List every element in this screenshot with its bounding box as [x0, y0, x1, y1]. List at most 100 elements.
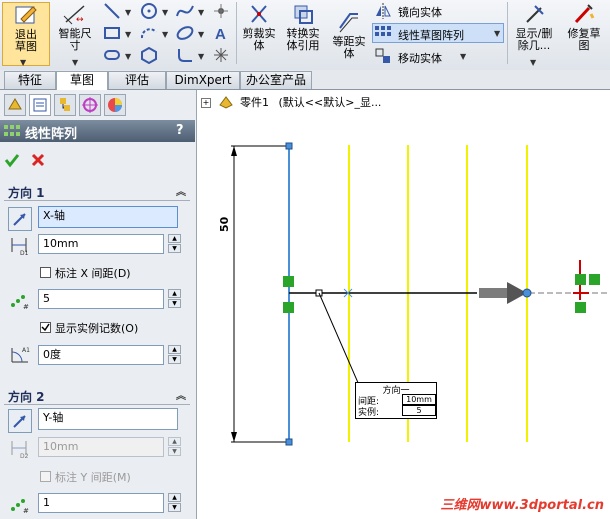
pattern-callout[interactable]: 方向一 间距: 10mm 实例: 5 [355, 382, 437, 419]
angle1-icon: A1 [8, 344, 32, 366]
reverse-direction2-button[interactable] [8, 409, 32, 433]
repair-sketch-button[interactable]: 修复草图 [562, 2, 606, 52]
chevron-down-icon[interactable]: ▼ [125, 30, 131, 39]
dim-x-spacing-checkbox[interactable] [40, 267, 51, 278]
property-manager-panel: 线性阵列 ? 方向 1 ︽ X-轴 D1 10mm ▲ ▼ 标注 X 间距(D) … [0, 90, 197, 519]
dimension-50[interactable]: 50 [218, 145, 287, 443]
instances1-input[interactable]: 5 [38, 289, 164, 309]
polygon-icon[interactable] [140, 46, 158, 65]
dim-y-spacing-label[interactable]: 标注 Y 间距(M) [55, 469, 131, 485]
chevron-down-icon[interactable]: ▼ [20, 58, 26, 67]
mirror-label[interactable]: 镜向实体 [398, 4, 442, 20]
smart-dimension-button[interactable]: ↔ 智能尺寸 [52, 2, 98, 52]
chevron-down-icon[interactable]: ▼ [72, 58, 78, 67]
fillet-icon[interactable] [176, 46, 194, 64]
arc-icon[interactable] [140, 24, 158, 42]
svg-text:A: A [215, 26, 226, 42]
chevron-down-icon[interactable]: ▼ [162, 8, 168, 17]
rectangle-icon[interactable] [103, 24, 121, 42]
tab-features[interactable]: 特征 [4, 71, 56, 89]
ok-button[interactable] [4, 152, 20, 168]
offset-label: 等距实体 [332, 35, 366, 60]
instances1-stepper[interactable]: ▲ ▼ [168, 289, 181, 309]
feature-tree-tab[interactable] [4, 94, 26, 116]
linear-pattern-icon [374, 24, 392, 42]
reverse-direction1-button[interactable] [8, 207, 32, 231]
direction2-axis-field[interactable]: Y-轴 [38, 408, 178, 430]
chevron-down-icon[interactable]: ▼ [198, 30, 204, 39]
move-label[interactable]: 移动实体 [398, 50, 442, 66]
display-manager-tab[interactable] [104, 94, 126, 116]
configuration-manager-tab[interactable] [54, 94, 76, 116]
spacing2-stepper[interactable]: ▲ ▼ [168, 437, 181, 457]
circle-icon[interactable] [140, 2, 158, 20]
endpoint-handle[interactable] [285, 438, 293, 446]
trim-entities-button[interactable]: 剪裁实体 [239, 2, 279, 52]
chevron-down-icon[interactable]: ▼ [162, 30, 168, 39]
vertical-relation-icon[interactable] [283, 276, 294, 287]
spacing2-input[interactable]: 10mm [38, 437, 164, 457]
slot-icon[interactable] [103, 46, 121, 64]
instances2-input[interactable]: 1 [38, 493, 164, 513]
text-icon[interactable]: A [212, 24, 230, 43]
callout-spacing-value[interactable]: 10mm [402, 394, 436, 405]
dim-y-spacing-checkbox[interactable] [40, 471, 51, 482]
svg-text:#: # [23, 303, 29, 311]
tab-office-products[interactable]: 办公室产品 [240, 71, 312, 89]
spacing1-input[interactable]: 10mm [38, 234, 164, 254]
separator [507, 2, 508, 64]
dim-x-spacing-label[interactable]: 标注 X 间距(D) [55, 265, 131, 281]
chevron-down-icon[interactable]: ▼ [494, 29, 500, 38]
tab-sketch[interactable]: 草图 [56, 71, 108, 91]
direction1-header[interactable]: 方向 1 ︽ [4, 182, 190, 201]
cancel-button[interactable] [30, 152, 46, 168]
convert-icon [290, 2, 316, 26]
point-icon[interactable] [212, 2, 230, 20]
spacing1-stepper[interactable]: ▲ ▼ [168, 234, 181, 254]
direction-arrow-icon[interactable] [479, 282, 532, 304]
spline-icon[interactable] [176, 2, 194, 20]
chevron-down-icon[interactable]: ▼ [460, 52, 466, 61]
angle1-input[interactable]: 0度 [38, 345, 164, 365]
tab-evaluate[interactable]: 评估 [108, 71, 166, 89]
display-delete-label: 显示/删除几... [515, 27, 553, 52]
graphics-area[interactable]: + 零件1 (默认<<默认>_显... 50 方向一 间距: 10mm 实例: … [197, 90, 610, 519]
show-count-label[interactable]: 显示实例记数(O) [55, 320, 138, 336]
move-icon[interactable] [374, 47, 392, 65]
callout-count-value[interactable]: 5 [402, 405, 436, 416]
chevron-down-icon[interactable]: ▼ [125, 8, 131, 17]
endpoint-handle[interactable] [285, 142, 293, 150]
ellipse-icon[interactable] [176, 24, 194, 42]
watermark: 三维网www.3dportal.cn [440, 498, 604, 513]
show-count-checkbox[interactable] [40, 322, 51, 333]
instances2-stepper[interactable]: ▲ ▼ [168, 493, 181, 513]
help-button[interactable]: ? [176, 123, 184, 138]
chevron-down-icon[interactable]: ▼ [125, 52, 131, 61]
origin-icon [573, 260, 600, 313]
offset-icon [336, 10, 362, 34]
chevron-down-icon[interactable]: ▼ [198, 52, 204, 61]
angle1-stepper[interactable]: ▲ ▼ [168, 345, 181, 365]
trim-icon [246, 2, 272, 26]
dimxpert-manager-tab[interactable] [79, 94, 101, 116]
midpoint-relation-icon[interactable] [283, 302, 294, 313]
tab-dimxpert[interactable]: DimXpert [166, 71, 240, 89]
exit-sketch-button[interactable]: 退出草图 [2, 2, 50, 66]
direction1-axis-field[interactable]: X-轴 [38, 206, 178, 228]
chevron-down-icon[interactable]: ▼ [198, 8, 204, 17]
pm-title: 线性阵列 [25, 127, 78, 142]
property-manager-tab[interactable] [29, 94, 51, 116]
mirror-icon[interactable] [374, 2, 392, 20]
chevron-down-icon[interactable]: ▼ [530, 58, 536, 67]
convert-entities-button[interactable]: 转换实体引用 [282, 2, 324, 52]
collapse-icon[interactable]: ︽ [176, 387, 186, 402]
callout-leader [318, 292, 360, 386]
direction2-header[interactable]: 方向 2 ︽ [4, 386, 190, 405]
display-delete-relations-button[interactable]: 显示/删除几... [510, 2, 558, 52]
svg-text:D2: D2 [20, 453, 29, 459]
trim-label: 剪裁实体 [242, 27, 276, 52]
collapse-icon[interactable]: ︽ [176, 183, 186, 198]
line-icon[interactable] [103, 2, 121, 20]
offset-entities-button[interactable]: 等距实体 [328, 10, 370, 60]
plane-icon[interactable] [212, 46, 230, 64]
